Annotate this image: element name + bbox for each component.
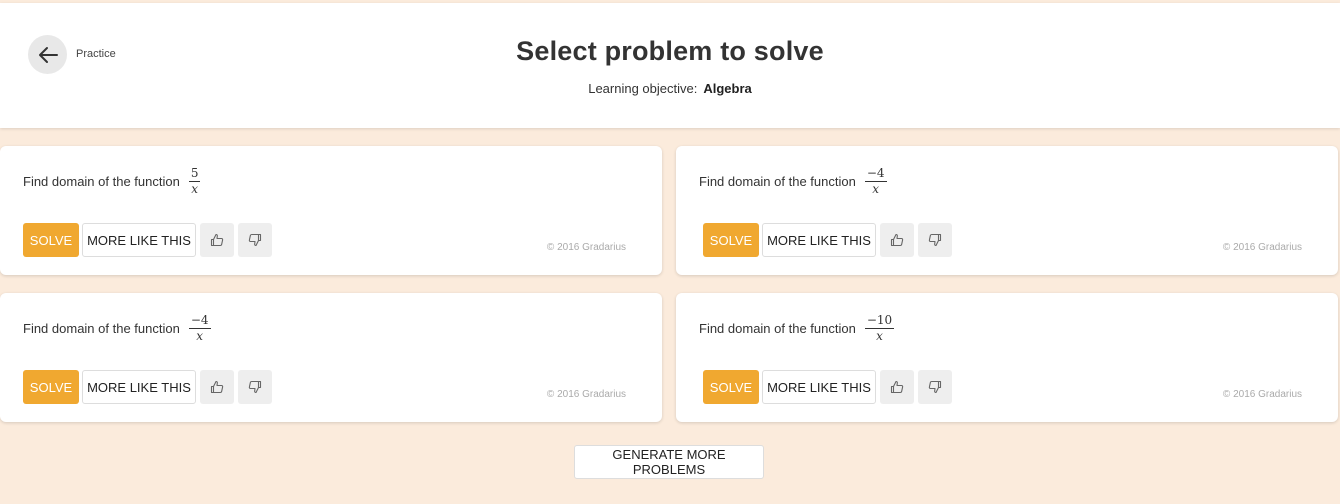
fraction-denominator: x bbox=[872, 181, 880, 196]
thumbs-up-icon bbox=[210, 380, 224, 394]
more-like-this-button[interactable]: MORE LIKE THIS bbox=[762, 370, 876, 404]
fraction-denominator: x bbox=[196, 328, 204, 343]
more-like-this-button[interactable]: MORE LIKE THIS bbox=[82, 223, 196, 257]
generate-more-problems-button[interactable]: GENERATE MORE PROBLEMS bbox=[574, 445, 764, 479]
fraction-numerator: 5 bbox=[188, 165, 201, 182]
downvote-button[interactable] bbox=[918, 223, 952, 257]
upvote-button[interactable] bbox=[200, 223, 234, 257]
math-fraction: 5 x bbox=[188, 165, 201, 196]
thumbs-down-icon bbox=[928, 233, 942, 247]
upvote-button[interactable] bbox=[880, 370, 914, 404]
downvote-button[interactable] bbox=[918, 370, 952, 404]
copyright-text: © 2016 Gradarius bbox=[546, 389, 626, 400]
prompt-text: Find domain of the function bbox=[23, 173, 180, 189]
thumbs-up-icon bbox=[210, 233, 224, 247]
copyright-text: © 2016 Gradarius bbox=[1222, 242, 1302, 253]
more-like-this-button[interactable]: MORE LIKE THIS bbox=[762, 223, 876, 257]
fraction-denominator: x bbox=[876, 328, 883, 343]
thumbs-up-icon bbox=[890, 233, 904, 247]
thumbs-down-icon bbox=[928, 380, 942, 394]
objective-label: Learning objective: bbox=[588, 81, 698, 96]
solve-button[interactable]: SOLVE bbox=[23, 223, 79, 257]
math-fraction: −4 x bbox=[188, 312, 211, 343]
thumbs-down-icon bbox=[248, 380, 262, 394]
solve-button[interactable]: SOLVE bbox=[703, 370, 759, 404]
thumbs-down-icon bbox=[248, 233, 262, 247]
fraction-denominator: x bbox=[191, 181, 199, 196]
page-title: Select problem to solve bbox=[516, 36, 824, 66]
prompt-text: Find domain of the function bbox=[699, 320, 856, 336]
copyright-text: © 2016 Gradarius bbox=[1222, 389, 1302, 400]
upvote-button[interactable] bbox=[200, 370, 234, 404]
learning-objective: Learning objective: Algebra bbox=[0, 81, 1340, 96]
upvote-button[interactable] bbox=[880, 223, 914, 257]
copyright-text: © 2016 Gradarius bbox=[546, 242, 626, 253]
problem-prompt: Find domain of the function 5 x bbox=[23, 165, 201, 196]
downvote-button[interactable] bbox=[238, 370, 272, 404]
problem-card: Find domain of the function −4 x SOLVE M… bbox=[0, 293, 662, 422]
fraction-numerator: −10 bbox=[864, 312, 895, 329]
solve-button[interactable]: SOLVE bbox=[703, 223, 759, 257]
fraction-numerator: −4 bbox=[188, 312, 211, 329]
prompt-text: Find domain of the function bbox=[699, 173, 856, 189]
problem-prompt: Find domain of the function −4 x bbox=[699, 166, 887, 196]
math-fraction: −4 x bbox=[864, 165, 887, 196]
downvote-button[interactable] bbox=[238, 223, 272, 257]
objective-value: Algebra bbox=[703, 81, 752, 96]
solve-button[interactable]: SOLVE bbox=[23, 370, 79, 404]
fraction-numerator: −4 bbox=[864, 165, 887, 182]
prompt-text: Find domain of the function bbox=[23, 320, 180, 336]
problem-card: Find domain of the function −10 x SOLVE … bbox=[676, 293, 1338, 422]
problem-card: Find domain of the function 5 x SOLVE MO… bbox=[0, 146, 662, 275]
problem-card: Find domain of the function −4 x SOLVE M… bbox=[676, 146, 1338, 275]
more-like-this-button[interactable]: MORE LIKE THIS bbox=[82, 370, 196, 404]
problem-prompt: Find domain of the function −4 x bbox=[23, 313, 211, 343]
page-header: Practice Select problem to solve Learnin… bbox=[0, 3, 1340, 128]
problem-prompt: Find domain of the function −10 x bbox=[699, 312, 895, 343]
thumbs-up-icon bbox=[890, 380, 904, 394]
math-fraction: −10 x bbox=[864, 312, 895, 343]
